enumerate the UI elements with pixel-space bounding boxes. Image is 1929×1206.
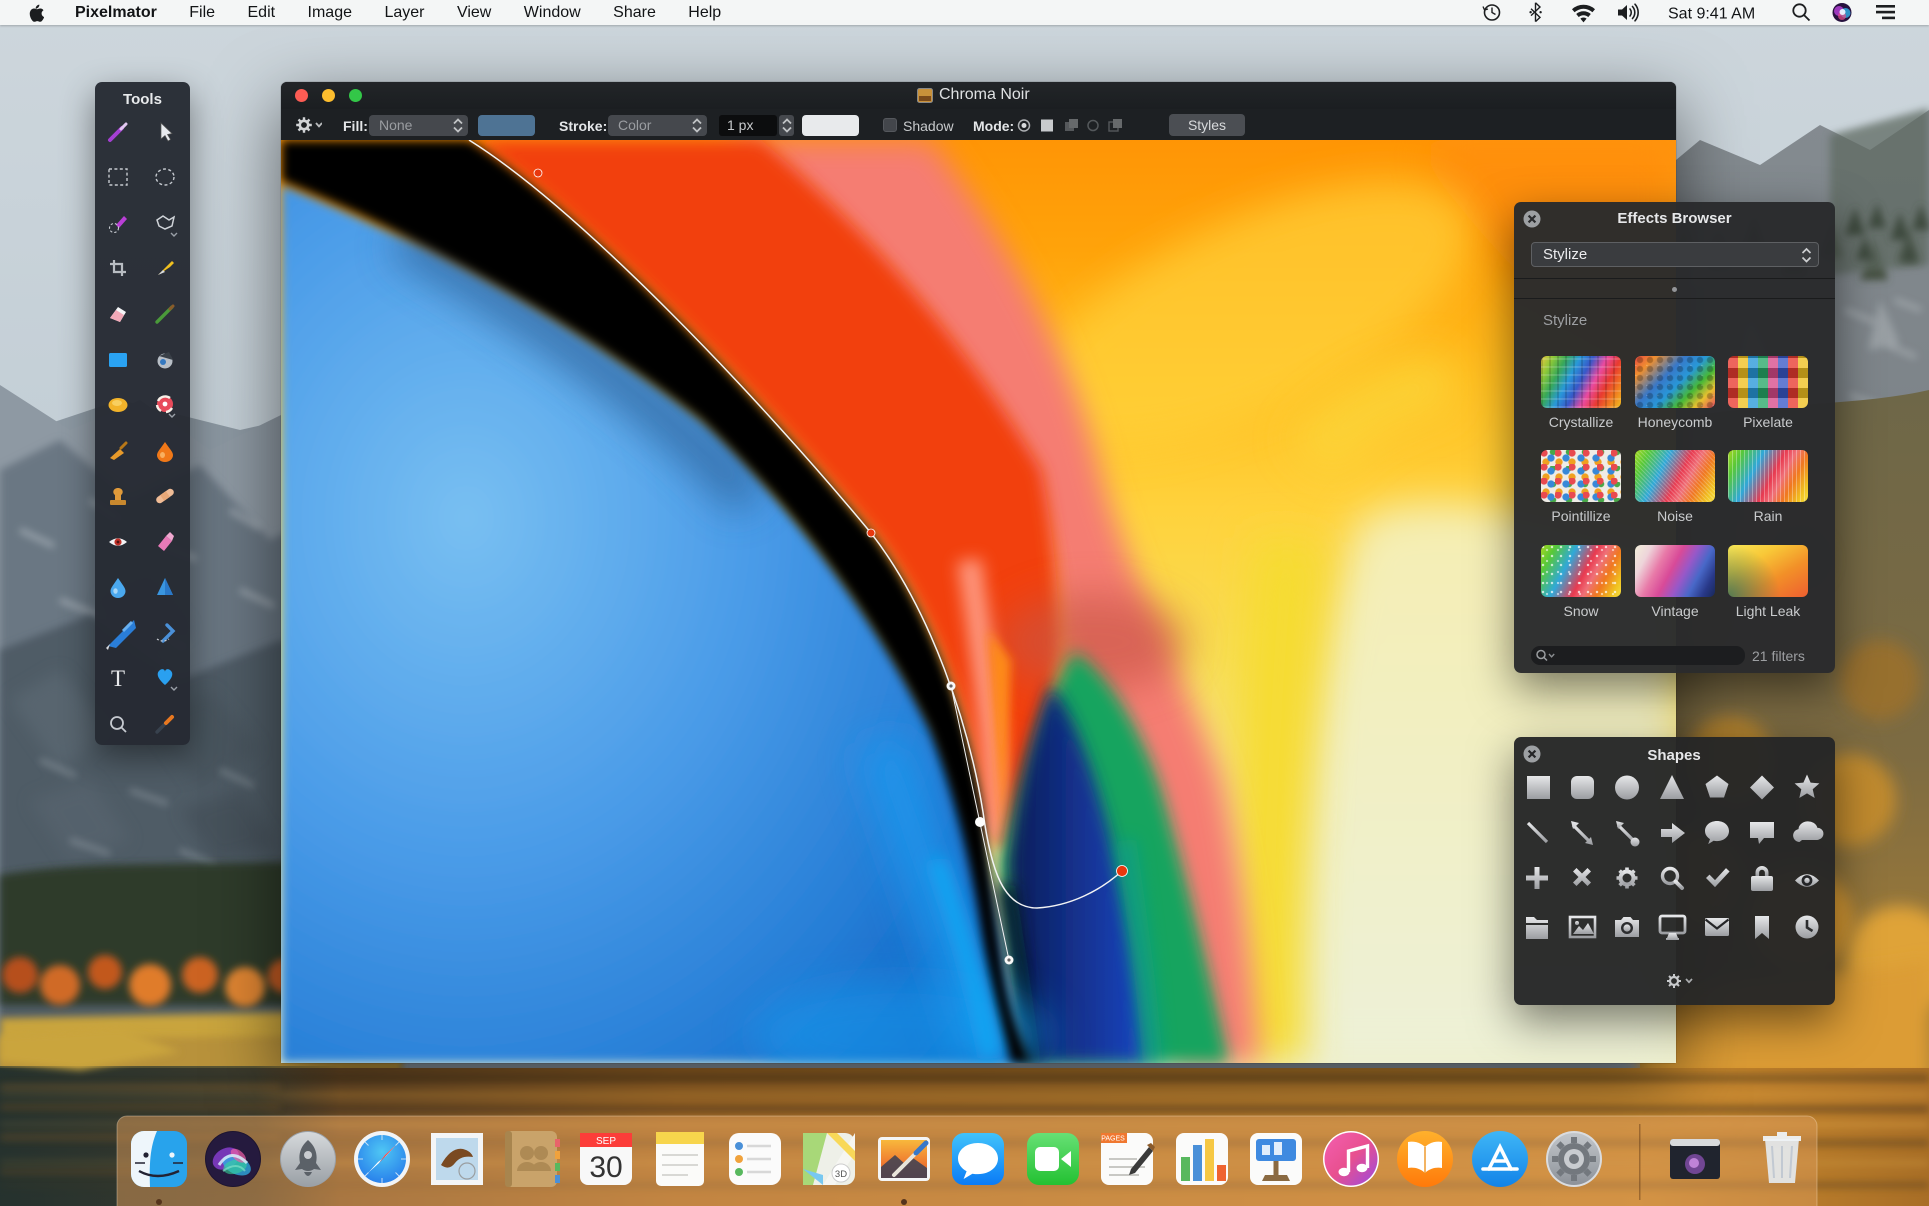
- svg-text:3D: 3D: [835, 1169, 847, 1180]
- svg-text:30: 30: [589, 1151, 622, 1184]
- svg-text:Sat 9:41 AM: Sat 9:41 AM: [1668, 6, 1755, 23]
- svg-text:Shapes: Shapes: [1647, 747, 1700, 764]
- svg-text:PAGES: PAGES: [1101, 1136, 1125, 1143]
- svg-text:T: T: [111, 666, 125, 691]
- svg-text:Tools: Tools: [123, 91, 162, 108]
- svg-text:SEP: SEP: [596, 1136, 616, 1147]
